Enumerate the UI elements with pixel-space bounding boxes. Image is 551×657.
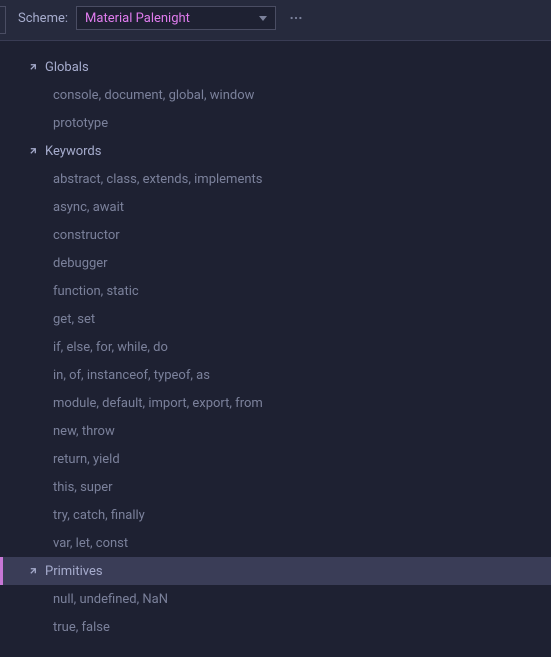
tree-group-label: Primitives: [45, 564, 103, 579]
tree-group[interactable]: Globals: [0, 53, 551, 81]
tree-item[interactable]: prototype: [0, 109, 551, 137]
tree-item-label: var, let, const: [53, 536, 128, 551]
scheme-dropdown[interactable]: Material Palenight: [76, 6, 276, 30]
tree-item[interactable]: get, set: [0, 305, 551, 333]
tree-item[interactable]: try, catch, finally: [0, 501, 551, 529]
gear-icon: [289, 11, 303, 25]
tree-group[interactable]: Keywords: [0, 137, 551, 165]
tree-item-label: module, default, import, export, from: [53, 396, 263, 411]
tree-item[interactable]: abstract, class, extends, implements: [0, 165, 551, 193]
tree-item[interactable]: var, let, const: [0, 529, 551, 557]
scheme-dropdown-value: Material Palenight: [85, 11, 190, 26]
expand-arrow-icon[interactable]: [27, 61, 39, 73]
tree-item[interactable]: null, undefined, NaN: [0, 585, 551, 613]
tree-item[interactable]: true, false: [0, 613, 551, 641]
tree-item-label: true, false: [53, 620, 110, 635]
tree-item-label: if, else, for, while, do: [53, 340, 168, 355]
tree-item-label: new, throw: [53, 424, 115, 439]
tree-item-label: in, of, instanceof, typeof, as: [53, 368, 210, 383]
tree-item-label: null, undefined, NaN: [53, 592, 168, 607]
tree-item-label: function, static: [53, 284, 139, 299]
tree-item-label: get, set: [53, 312, 95, 327]
tree-item-label: debugger: [53, 256, 108, 271]
tree-item[interactable]: constructor: [0, 221, 551, 249]
scheme-toolbar: Scheme: Material Palenight: [0, 0, 551, 41]
tree-item[interactable]: if, else, for, while, do: [0, 333, 551, 361]
expand-arrow-icon[interactable]: [27, 565, 39, 577]
tree-item-label: return, yield: [53, 452, 120, 467]
tree-item[interactable]: async, await: [0, 193, 551, 221]
tree-item[interactable]: function, static: [0, 277, 551, 305]
tree-item-label: abstract, class, extends, implements: [53, 172, 262, 187]
scheme-actions-button[interactable]: [284, 6, 308, 30]
tree-item[interactable]: new, throw: [0, 417, 551, 445]
panel-edge-decoration: [0, 6, 6, 34]
tree-group[interactable]: Primitives: [0, 557, 551, 585]
tree-group-label: Globals: [45, 60, 89, 75]
tree-group-label: Keywords: [45, 144, 101, 159]
tree-item-label: async, await: [53, 200, 124, 215]
scheme-label: Scheme:: [18, 11, 68, 26]
tree-item[interactable]: this, super: [0, 473, 551, 501]
color-scheme-tree[interactable]: Globals console, document, global, window…: [0, 41, 551, 657]
tree-item-label: try, catch, finally: [53, 508, 145, 523]
tree-item[interactable]: debugger: [0, 249, 551, 277]
tree-item[interactable]: in, of, instanceof, typeof, as: [0, 361, 551, 389]
tree-item-label: console, document, global, window: [53, 88, 254, 103]
tree-item-label: this, super: [53, 480, 113, 495]
tree-item-label: constructor: [53, 228, 120, 243]
tree-item[interactable]: console, document, global, window: [0, 81, 551, 109]
chevron-down-icon: [259, 16, 267, 21]
settings-panel: Scheme: Material Palenight Globals consol…: [0, 0, 551, 657]
tree-item[interactable]: return, yield: [0, 445, 551, 473]
tree-item-label: prototype: [53, 116, 108, 131]
expand-arrow-icon[interactable]: [27, 145, 39, 157]
tree-item[interactable]: module, default, import, export, from: [0, 389, 551, 417]
